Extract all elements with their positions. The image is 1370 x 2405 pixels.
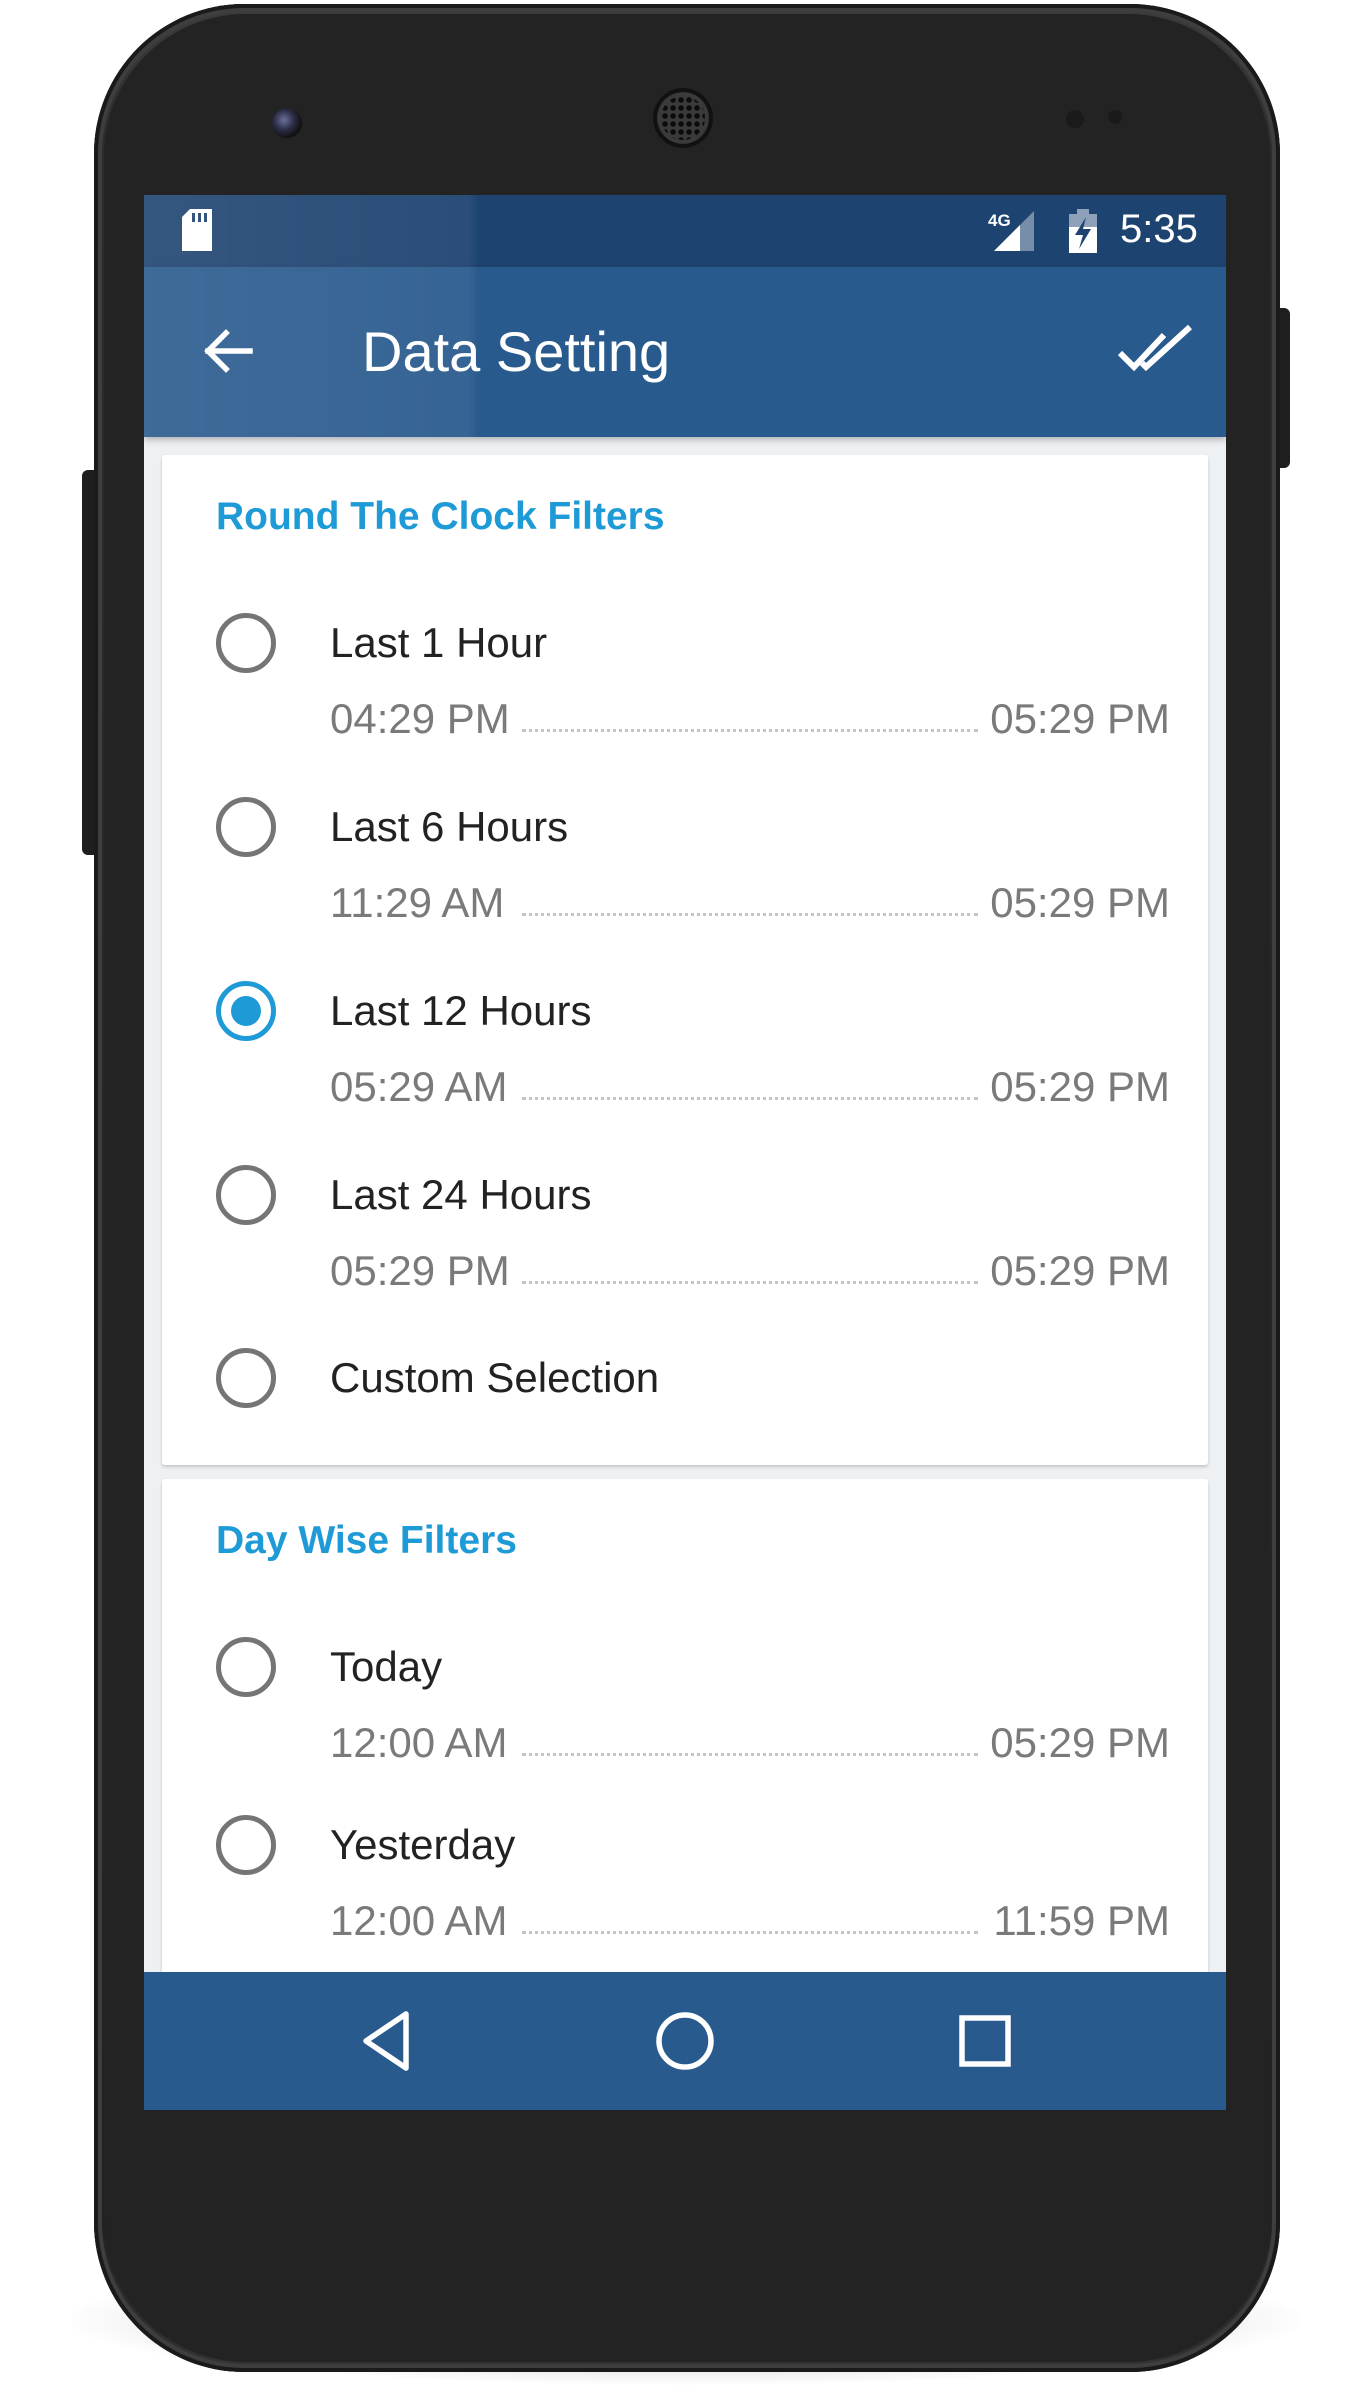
filters-scroll-area[interactable]: Round The Clock Filters Last 1 Hour 04:2… [144, 437, 1226, 1972]
square-recents-icon[interactable] [950, 2006, 1020, 2076]
option-label: Today [330, 1643, 443, 1690]
round-the-clock-card: Round The Clock Filters Last 1 Hour 04:2… [162, 455, 1208, 1465]
proximity-sensor [1066, 110, 1084, 128]
dotted-divider [522, 729, 978, 732]
option-label: Yesterday [330, 1821, 516, 1868]
option-label: Last 24 Hours [330, 1171, 592, 1218]
status-clock: 5:35 [1120, 207, 1198, 251]
option-label: Last 6 Hours [330, 803, 569, 850]
time-range: 12:00 AM 05:29 PM [330, 1719, 1170, 1769]
radio-button[interactable] [216, 1815, 276, 1875]
dotted-divider [522, 913, 978, 916]
triangle-back-icon[interactable] [354, 2006, 424, 2076]
system-nav-bar [144, 1972, 1226, 2110]
time-range: 04:29 PM 05:29 PM [330, 695, 1170, 745]
end-time: 05:29 PM [990, 1063, 1170, 1110]
radio-button[interactable] [216, 797, 276, 857]
sd-card-icon [182, 209, 212, 251]
start-time: 11:29 AM [330, 879, 505, 926]
start-time: 12:00 AM [330, 1719, 508, 1766]
end-time: 11:59 PM [993, 1897, 1170, 1944]
filter-option-today[interactable]: Today 12:00 AM 05:29 PM [162, 1637, 1208, 1787]
option-label: Last 12 Hours [330, 987, 592, 1034]
filter-option-last-6-hours[interactable]: Last 6 Hours 11:29 AM 05:29 PM [162, 797, 1208, 947]
dotted-divider [522, 1931, 978, 1934]
dotted-divider [522, 1097, 978, 1100]
front-camera [272, 108, 302, 138]
battery-charging-icon [1069, 209, 1097, 253]
screen: 4G 5:35 Data Setting Round The Clock Fil… [144, 195, 1226, 2110]
status-bar: 4G 5:35 [144, 195, 1226, 267]
app-bar: Data Setting [144, 267, 1226, 437]
round-the-clock-title: Round The Clock Filters [216, 495, 665, 538]
network-type-label: 4G [988, 211, 1011, 230]
dotted-divider [522, 1281, 978, 1284]
page-title: Data Setting [362, 320, 671, 383]
radio-button-selected[interactable] [216, 981, 276, 1041]
end-time: 05:29 PM [990, 1719, 1170, 1766]
start-time: 05:29 AM [330, 1063, 508, 1110]
radio-button[interactable] [216, 1348, 276, 1408]
time-range: 11:29 AM 05:29 PM [330, 879, 1170, 929]
time-range: 05:29 PM 05:29 PM [330, 1247, 1170, 1297]
day-wise-title: Day Wise Filters [216, 1519, 517, 1562]
filter-option-yesterday[interactable]: Yesterday 12:00 AM 11:59 PM [162, 1815, 1208, 1965]
circle-home-icon[interactable] [650, 2006, 720, 2076]
double-check-icon[interactable] [1116, 323, 1196, 379]
filter-option-last-24-hours[interactable]: Last 24 Hours 05:29 PM 05:29 PM [162, 1165, 1208, 1315]
start-time: 05:29 PM [330, 1247, 510, 1294]
day-wise-card: Day Wise Filters Today 12:00 AM 05:29 PM… [162, 1479, 1208, 1972]
radio-button[interactable] [216, 613, 276, 673]
earpiece-speaker [653, 88, 713, 148]
arrow-left-icon[interactable] [200, 323, 256, 379]
time-range: 05:29 AM 05:29 PM [330, 1063, 1170, 1113]
option-label: Last 1 Hour [330, 619, 548, 666]
radio-button[interactable] [216, 1637, 276, 1697]
filter-option-last-1-hour[interactable]: Last 1 Hour 04:29 PM 05:29 PM [162, 613, 1208, 763]
filter-option-custom-selection[interactable]: Custom Selection [162, 1348, 1208, 1418]
end-time: 05:29 PM [990, 879, 1170, 926]
dotted-divider [522, 1753, 978, 1756]
end-time: 05:29 PM [990, 695, 1170, 742]
start-time: 04:29 PM [330, 695, 510, 742]
start-time: 12:00 AM [330, 1897, 508, 1944]
light-sensor [1108, 110, 1122, 124]
filter-option-last-12-hours[interactable]: Last 12 Hours 05:29 AM 05:29 PM [162, 981, 1208, 1131]
end-time: 05:29 PM [990, 1247, 1170, 1294]
time-range: 12:00 AM 11:59 PM [330, 1897, 1170, 1947]
option-label: Custom Selection [330, 1354, 660, 1401]
radio-button[interactable] [216, 1165, 276, 1225]
